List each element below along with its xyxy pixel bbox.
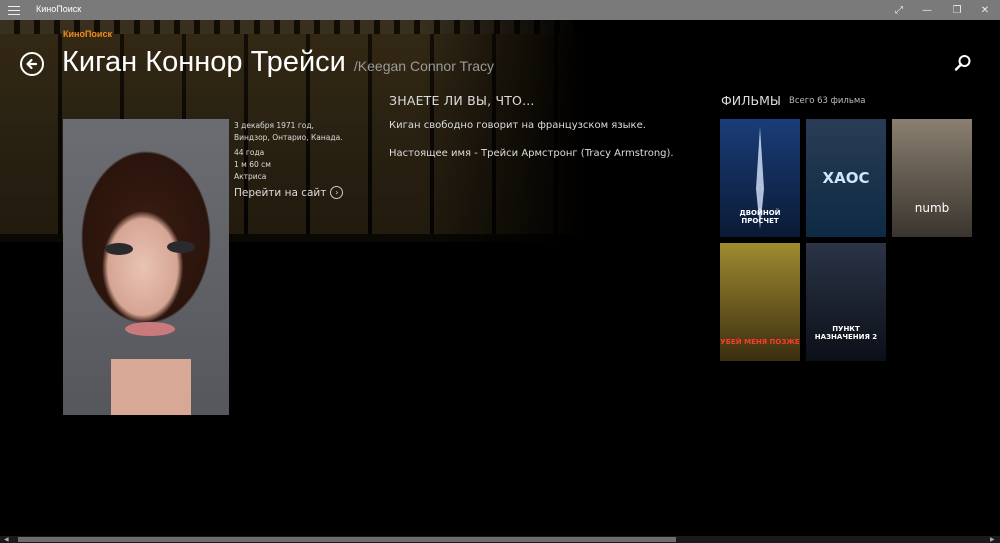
fact-item: Настоящее имя - Трейси Армстронг (Tracy …	[389, 148, 674, 159]
kinopoisk-logo: КиноПоиск	[63, 29, 112, 39]
arrow-left-icon	[26, 58, 38, 70]
film-poster-3[interactable]: numb	[892, 119, 972, 237]
poster-title: ПУНКТ НАЗНАЧЕНИЯ 2	[814, 325, 878, 341]
close-button[interactable]: ✕	[970, 0, 1000, 20]
photo-lips	[125, 322, 175, 336]
window-title: КиноПоиск	[36, 4, 82, 14]
age-info: 44 года	[234, 148, 265, 157]
film-poster-5[interactable]: ПУНКТ НАЗНАЧЕНИЯ 2	[806, 243, 886, 361]
films-heading: ФИЛЬМЫ	[721, 93, 781, 108]
film-poster-1[interactable]: ДВОЙНОЙ ПРОСЧЕТ	[720, 119, 800, 237]
person-name: Киган Коннор Трейси	[62, 46, 346, 78]
scroll-right-icon[interactable]: ▶	[990, 536, 995, 543]
film-poster-2[interactable]: ХАОС	[806, 119, 886, 237]
height-info: 1 м 60 см	[234, 160, 271, 169]
go-to-site-link[interactable]: Перейти на сайт ›	[234, 186, 344, 199]
facts-heading: ЗНАЕТЕ ЛИ ВЫ, ЧТО...	[389, 93, 535, 108]
person-photo	[63, 119, 229, 415]
fullscreen-icon[interactable]: ⤢	[884, 0, 914, 20]
scroll-left-icon[interactable]: ◀	[4, 536, 9, 543]
person-original-name: /Keegan Connor Tracy	[353, 58, 494, 74]
photo-neck	[111, 359, 191, 415]
back-button[interactable]	[20, 52, 44, 76]
minimize-button[interactable]: —	[912, 0, 942, 20]
poster-title: ХАОС	[822, 169, 870, 187]
poster-title: УБЕЙ МЕНЯ ПОЗЖЕ	[720, 338, 800, 346]
scrollbar-thumb[interactable]	[18, 537, 676, 542]
person-info: 3 декабря 1971 год, Виндзор, Онтарио, Ка…	[234, 120, 344, 183]
fact-item: Киган свободно говорит на французском яз…	[389, 120, 646, 131]
restore-button[interactable]: ❐	[942, 0, 972, 20]
profession-info: Актриса	[234, 172, 267, 181]
films-count: Всего 63 фильма	[789, 96, 866, 106]
search-icon	[954, 55, 971, 71]
poster-title: numb	[914, 201, 950, 215]
title-bar: КиноПоиск ⤢ — ❐ ✕	[0, 0, 1000, 20]
photo-eye-left	[105, 243, 133, 255]
hamburger-menu-icon[interactable]	[8, 3, 20, 17]
poster-title: ДВОЙНОЙ ПРОСЧЕТ	[739, 209, 781, 225]
page-title: Киган Коннор Трейси /Keegan Connor Tracy	[62, 46, 494, 79]
horizontal-scrollbar[interactable]: ◀ ▶	[0, 536, 1000, 543]
site-link-label: Перейти на сайт	[234, 186, 327, 199]
photo-eye-right	[167, 241, 195, 253]
film-poster-4[interactable]: УБЕЙ МЕНЯ ПОЗЖЕ	[720, 243, 800, 361]
search-button[interactable]	[954, 54, 972, 72]
chevron-right-icon: ›	[330, 186, 344, 199]
birth-info: 3 декабря 1971 год, Виндзор, Онтарио, Ка…	[234, 121, 343, 142]
